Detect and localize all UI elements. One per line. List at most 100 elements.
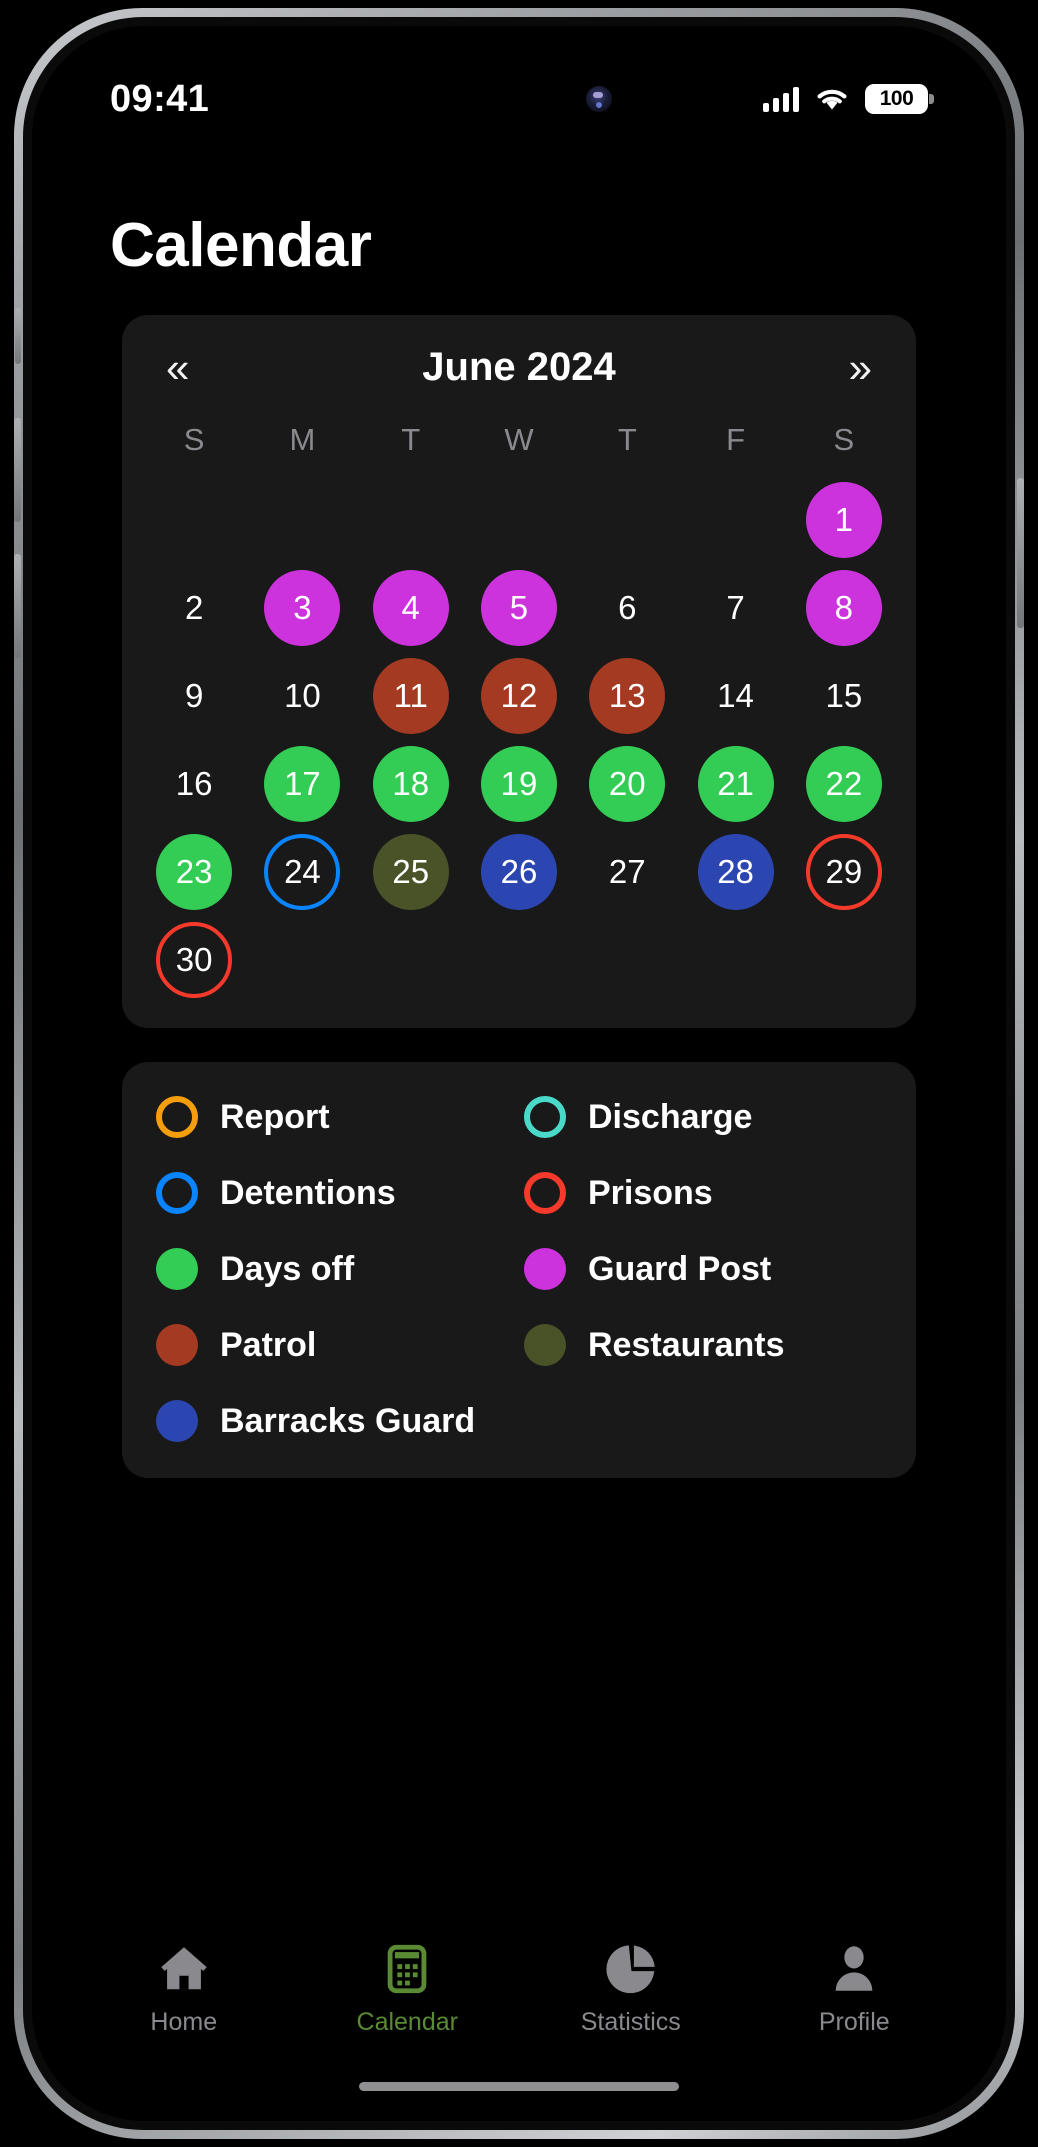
legend-label: Restaurants bbox=[588, 1325, 785, 1364]
calendar-day-26[interactable]: 26 bbox=[465, 832, 573, 912]
calendar-day-3[interactable]: 3 bbox=[248, 568, 356, 648]
calendar-day-10[interactable]: 10 bbox=[248, 656, 356, 736]
home-indicator[interactable] bbox=[359, 2082, 679, 2091]
power-button[interactable] bbox=[1017, 478, 1024, 628]
day-number: 3 bbox=[264, 570, 341, 646]
calendar-day-15[interactable]: 15 bbox=[790, 656, 898, 736]
pie-chart-icon bbox=[606, 1945, 655, 1994]
calendar-day-empty bbox=[573, 480, 681, 560]
day-number: 4 bbox=[372, 570, 449, 646]
wifi-icon bbox=[817, 89, 847, 110]
day-number: 15 bbox=[825, 677, 863, 714]
day-number: 12 bbox=[480, 658, 557, 734]
calendar-day-8[interactable]: 8 bbox=[790, 568, 898, 648]
calendar-day-30[interactable]: 30 bbox=[140, 920, 248, 1000]
legend-item[interactable]: Barracks Guard bbox=[156, 1400, 514, 1442]
calendar-day-28[interactable]: 28 bbox=[681, 832, 789, 912]
calendar-day-7[interactable]: 7 bbox=[681, 568, 789, 648]
calendar-day-9[interactable]: 9 bbox=[140, 656, 248, 736]
legend-label: Prisons bbox=[588, 1173, 713, 1212]
page-title: Calendar bbox=[110, 211, 372, 280]
day-number: 28 bbox=[697, 834, 774, 910]
weekday-label: W bbox=[504, 422, 534, 457]
next-month-button[interactable]: » bbox=[849, 346, 872, 389]
calendar-day-17[interactable]: 17 bbox=[248, 744, 356, 824]
legend-item[interactable]: Prisons bbox=[524, 1172, 882, 1214]
calendar-day-empty bbox=[681, 480, 789, 560]
cellular-signal-icon bbox=[763, 86, 799, 112]
day-number: 7 bbox=[726, 589, 745, 626]
calendar-day-24[interactable]: 24 bbox=[248, 832, 356, 912]
month-label: June 2024 bbox=[422, 345, 616, 389]
calendar-day-2[interactable]: 2 bbox=[140, 568, 248, 648]
legend-item[interactable]: Report bbox=[156, 1096, 514, 1138]
day-number: 5 bbox=[480, 570, 557, 646]
calendar-day-16[interactable]: 16 bbox=[140, 744, 248, 824]
day-number: 8 bbox=[805, 570, 882, 646]
tab-statistics[interactable]: Statistics bbox=[519, 1940, 743, 2037]
page-content: Calendar « June 2024 » SMTWTFS 123456789… bbox=[32, 138, 1006, 2121]
legend-label: Guard Post bbox=[588, 1249, 772, 1288]
legend-item[interactable]: Restaurants bbox=[524, 1324, 882, 1366]
day-number: 20 bbox=[589, 746, 666, 822]
bottom-tab-bar: Home Calendar Statistics Profile bbox=[32, 1940, 1006, 2037]
day-number: 22 bbox=[805, 746, 882, 822]
calendar-day-21[interactable]: 21 bbox=[681, 744, 789, 824]
front-camera-icon bbox=[586, 86, 612, 112]
calendar-day-12[interactable]: 12 bbox=[465, 656, 573, 736]
legend-color-dot bbox=[156, 1400, 198, 1442]
legend-color-dot bbox=[156, 1172, 198, 1214]
calendar-day-27[interactable]: 27 bbox=[573, 832, 681, 912]
day-number: 18 bbox=[372, 746, 449, 822]
day-number: 17 bbox=[264, 746, 341, 822]
weekday-header-row: SMTWTFS bbox=[140, 422, 898, 458]
calendar-days-grid: 1 2 3 4 5 6 7 8 9 10 11 12 13 14 15 16 17 18 19 20 21 22 23 24 2… bbox=[140, 480, 898, 1000]
calendar-day-13[interactable]: 13 bbox=[573, 656, 681, 736]
tab-calendar[interactable]: Calendar bbox=[296, 1940, 520, 2037]
legend-color-dot bbox=[156, 1324, 198, 1366]
volume-down-button[interactable] bbox=[14, 554, 21, 658]
calendar-day-6[interactable]: 6 bbox=[573, 568, 681, 648]
calendar-day-18[interactable]: 18 bbox=[357, 744, 465, 824]
legend-item[interactable]: Guard Post bbox=[524, 1248, 882, 1290]
day-number: 29 bbox=[805, 834, 882, 910]
tab-home[interactable]: Home bbox=[72, 1940, 296, 2037]
tab-profile[interactable]: Profile bbox=[743, 1940, 967, 2037]
legend-color-dot bbox=[524, 1172, 566, 1214]
silent-switch[interactable] bbox=[15, 308, 21, 364]
legend-item[interactable]: Days off bbox=[156, 1248, 514, 1290]
legend-item[interactable]: Detentions bbox=[156, 1172, 514, 1214]
calendar-day-1[interactable]: 1 bbox=[790, 480, 898, 560]
legend-label: Patrol bbox=[220, 1325, 317, 1364]
phone-frame: 09:41 100 Calendar « June 2024 » S M T W… bbox=[14, 8, 1024, 2139]
weekday-label: M bbox=[289, 422, 316, 457]
calendar-day-25[interactable]: 25 bbox=[357, 832, 465, 912]
calendar-day-22[interactable]: 22 bbox=[790, 744, 898, 824]
tab-label: Profile bbox=[818, 2008, 890, 2036]
calendar-day-23[interactable]: 23 bbox=[140, 832, 248, 912]
legend-item[interactable]: Patrol bbox=[156, 1324, 514, 1366]
day-number: 9 bbox=[184, 677, 204, 714]
calendar-day-19[interactable]: 19 bbox=[465, 744, 573, 824]
previous-month-button[interactable]: « bbox=[166, 346, 189, 389]
calendar-day-11[interactable]: 11 bbox=[357, 656, 465, 736]
legend-label: Detentions bbox=[220, 1173, 396, 1212]
phone-screen: 09:41 100 Calendar « June 2024 » S M T W… bbox=[32, 26, 1006, 2121]
calendar-day-29[interactable]: 29 bbox=[790, 832, 898, 912]
person-icon bbox=[835, 1946, 873, 1991]
month-navigation: « June 2024 » bbox=[140, 337, 898, 396]
calendar-day-20[interactable]: 20 bbox=[573, 744, 681, 824]
home-icon bbox=[161, 1947, 207, 1990]
day-number: 6 bbox=[618, 589, 637, 626]
day-number: 24 bbox=[264, 834, 341, 910]
calendar-day-empty bbox=[248, 480, 356, 560]
volume-up-button[interactable] bbox=[14, 418, 21, 522]
calendar-day-4[interactable]: 4 bbox=[357, 568, 465, 648]
legend-label: Days off bbox=[220, 1249, 355, 1288]
day-number: 13 bbox=[589, 658, 666, 734]
calendar-day-14[interactable]: 14 bbox=[681, 656, 789, 736]
calendar-day-5[interactable]: 5 bbox=[465, 568, 573, 648]
status-bar-icons: 100 bbox=[763, 84, 934, 114]
calendar-icon bbox=[387, 1944, 427, 1994]
legend-item[interactable]: Discharge bbox=[524, 1096, 882, 1138]
